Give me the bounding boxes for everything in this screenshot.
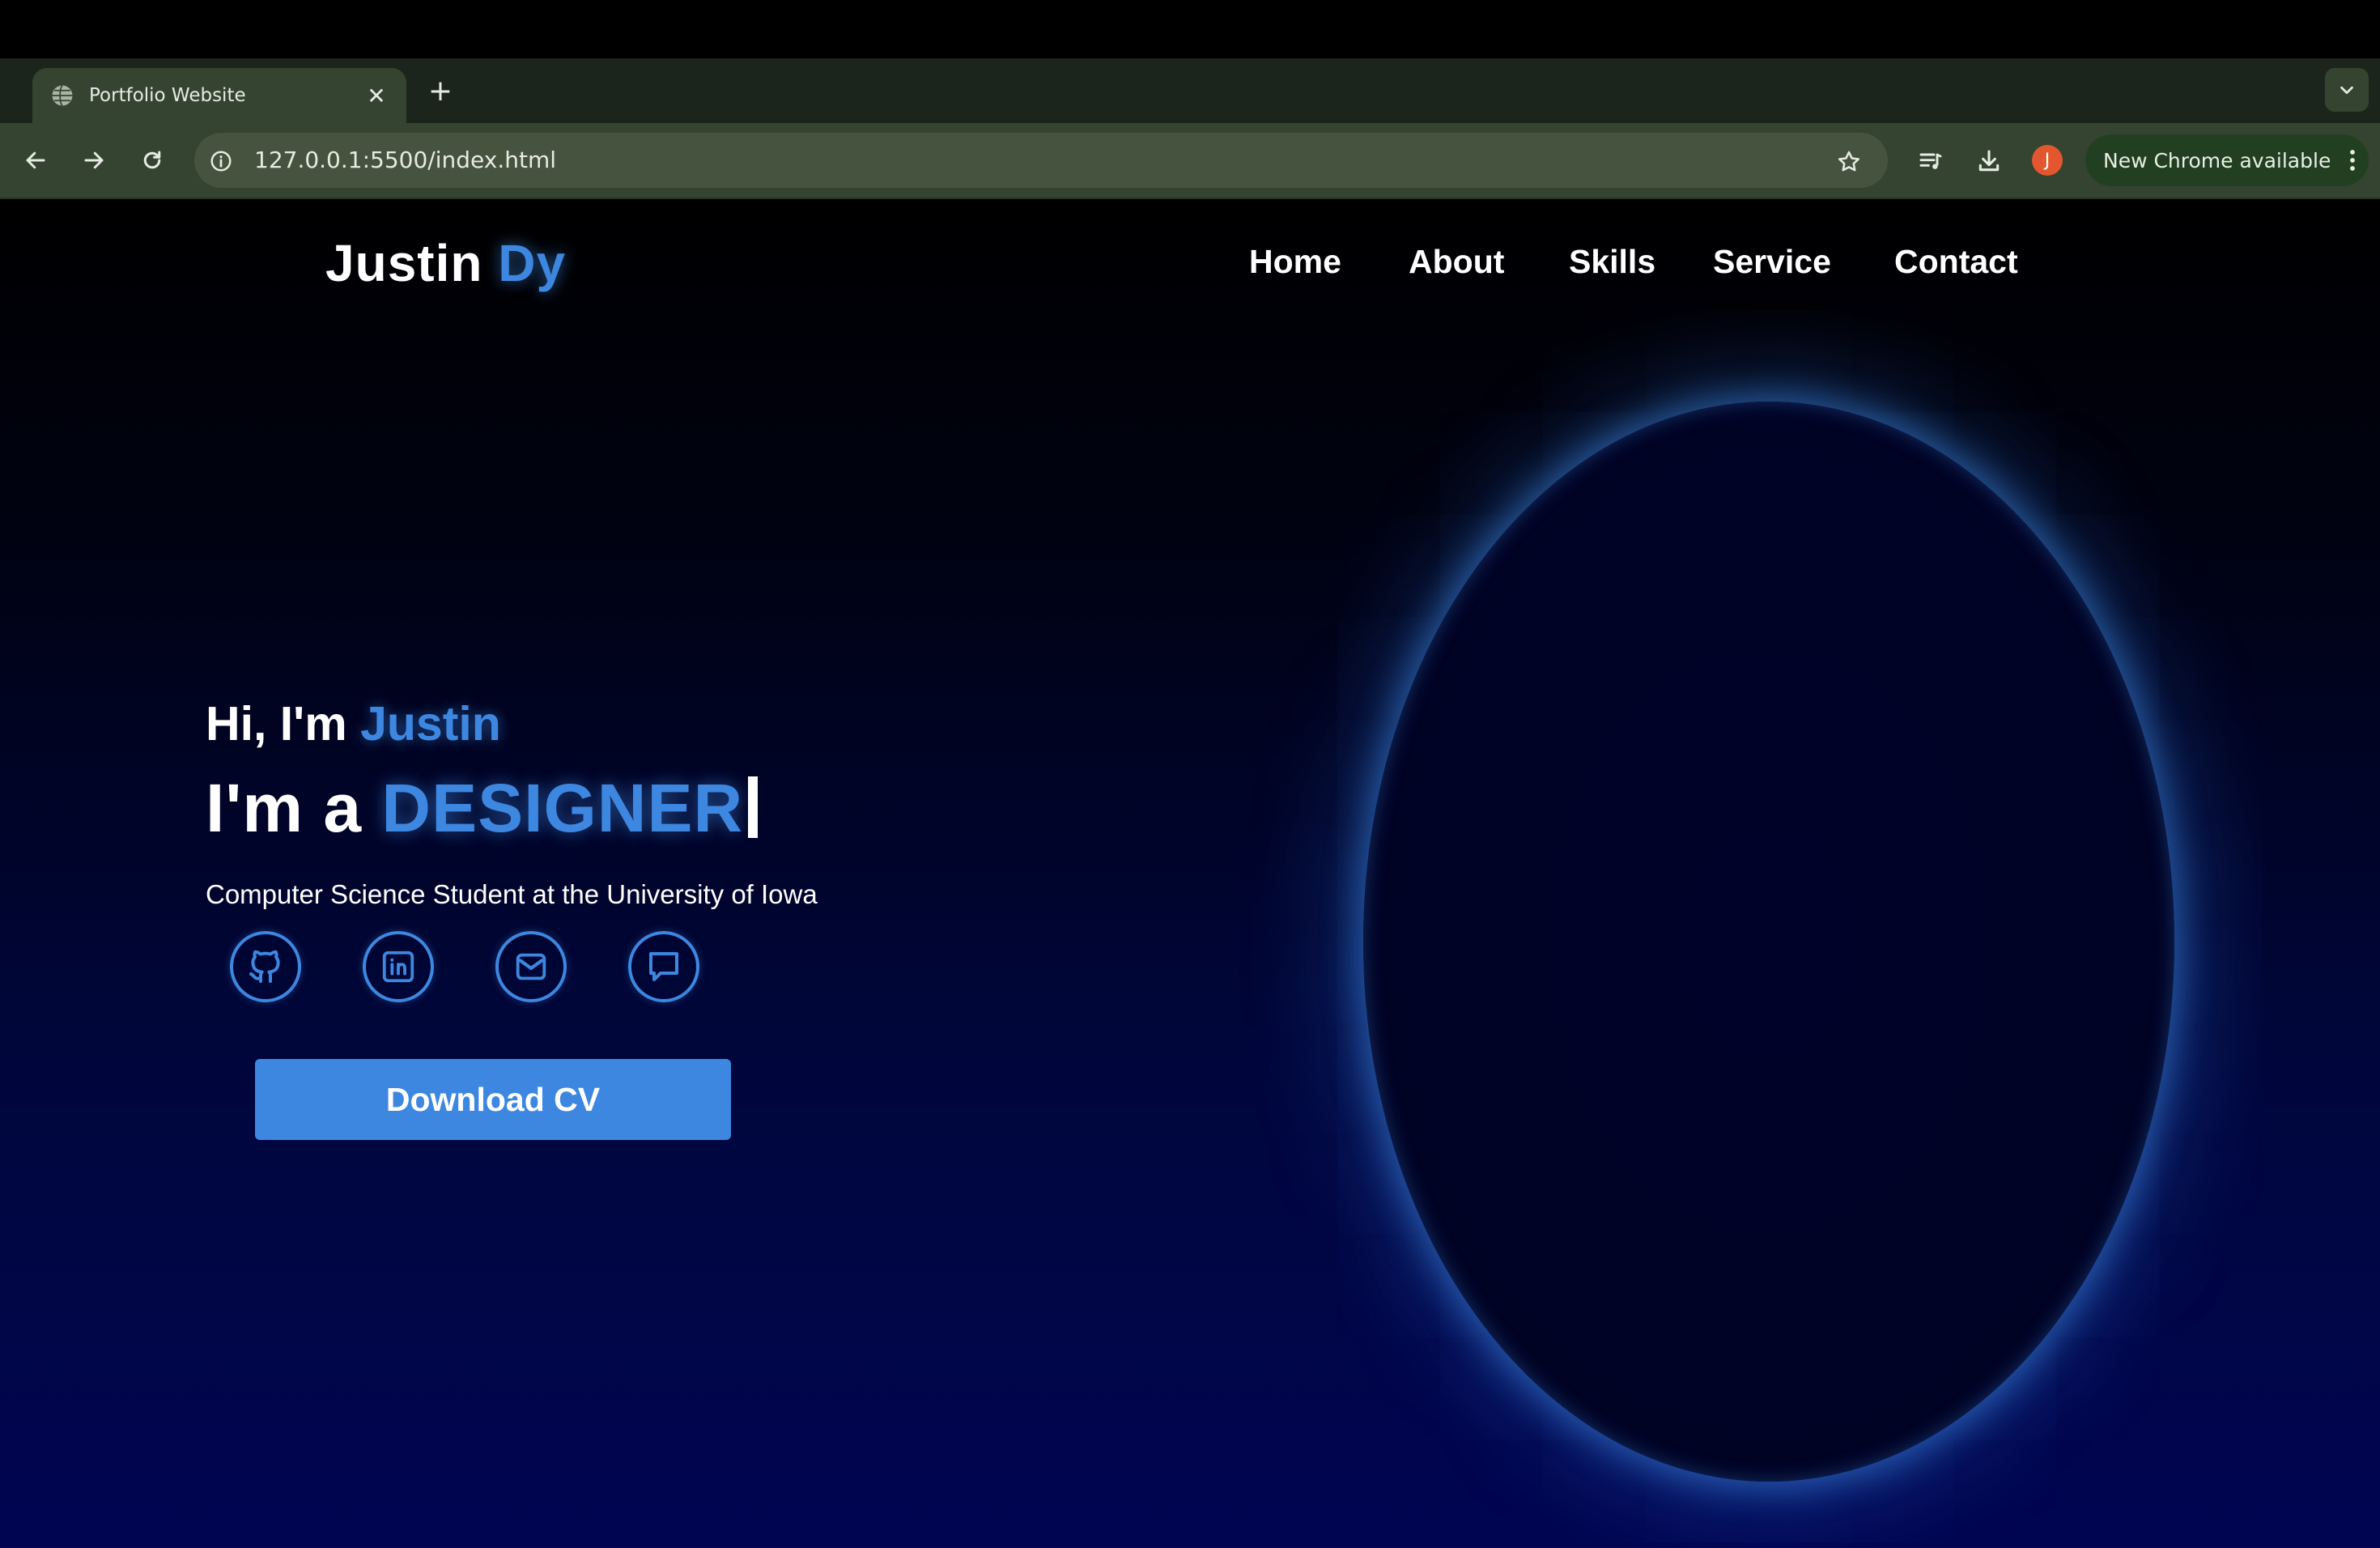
nav-about[interactable]: About <box>1409 243 1504 281</box>
greeting-prefix: Hi, I'm <box>206 697 361 751</box>
chat-link[interactable] <box>628 931 699 1002</box>
role-prefix: I'm a <box>206 770 382 846</box>
hero-subtitle: Computer Science Student at the Universi… <box>206 879 818 909</box>
back-button[interactable] <box>18 142 53 178</box>
site-info-icon[interactable] <box>204 144 238 178</box>
hero-portrait-frame <box>1363 402 2174 1482</box>
nav-skills[interactable]: Skills <box>1569 243 1655 281</box>
tab-search-button[interactable] <box>2325 68 2369 112</box>
page-viewport: Justin Dy Home About Skills Service Cont… <box>0 199 2380 1548</box>
close-tab-icon[interactable]: ✕ <box>364 83 389 109</box>
browser-tab-active[interactable]: Portfolio Website ✕ <box>32 68 406 123</box>
typed-role-word: DESIGNER <box>381 770 744 846</box>
hero-role: I'm a DESIGNER <box>206 769 759 848</box>
more-vertical-icon[interactable] <box>2336 148 2369 172</box>
email-link[interactable] <box>495 931 567 1002</box>
chevron-down-icon <box>2340 86 2353 95</box>
github-icon <box>249 950 280 983</box>
reload-icon <box>143 151 161 169</box>
download-icon[interactable] <box>1970 142 2008 180</box>
update-label: New Chrome available <box>2103 148 2331 172</box>
media-controls-icon[interactable] <box>1912 142 1949 180</box>
typing-cursor <box>748 776 759 838</box>
greeting-name: Justin <box>360 697 501 751</box>
forward-button[interactable] <box>76 142 112 178</box>
chat-icon <box>649 952 678 981</box>
linkedin-icon <box>382 950 414 983</box>
download-cv-button[interactable]: Download CV <box>255 1059 731 1140</box>
bookmark-star-icon[interactable] <box>1831 144 1867 180</box>
profile-avatar[interactable]: J <box>2032 145 2063 176</box>
logo-accent: Dy <box>498 234 567 292</box>
url-text[interactable]: 127.0.0.1:5500/index.html <box>254 145 556 176</box>
nav-service[interactable]: Service <box>1713 243 1831 281</box>
email-icon <box>516 953 546 980</box>
globe-icon <box>50 83 74 108</box>
logo-first: Justin <box>325 234 483 292</box>
arrow-left-icon <box>26 151 45 169</box>
nav-home[interactable]: Home <box>1249 243 1341 281</box>
github-link[interactable] <box>230 931 301 1002</box>
arrow-right-icon <box>84 151 104 169</box>
reload-button[interactable] <box>134 142 170 178</box>
site-logo[interactable]: Justin Dy <box>325 233 566 293</box>
linkedin-link[interactable] <box>363 931 434 1002</box>
os-menu-bar <box>0 0 2380 58</box>
chrome-update-button[interactable]: New Chrome available <box>2085 134 2369 186</box>
tab-title: Portfolio Website <box>89 85 246 106</box>
nav-contact[interactable]: Contact <box>1894 243 2018 281</box>
new-tab-button[interactable]: + <box>423 73 458 108</box>
hero-greeting: Hi, I'm Justin <box>206 696 501 751</box>
